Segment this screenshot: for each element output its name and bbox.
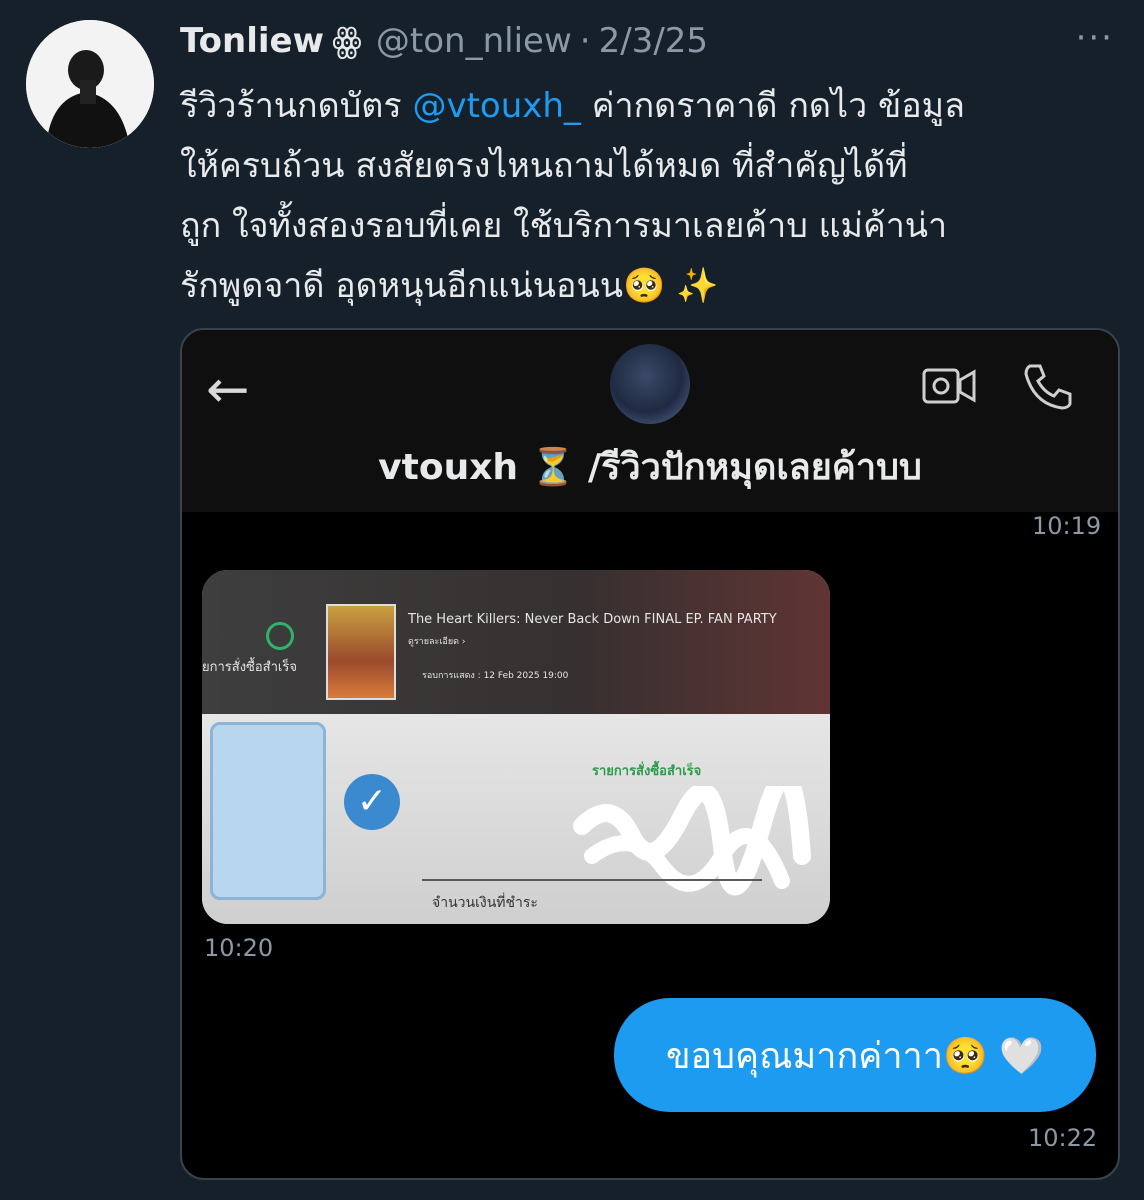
order-banner: ยการสั่งซื้อสำเร็จ The Heart Killers: Ne… <box>202 570 830 714</box>
tweet-text: รีวิวร้านกดบัตร @vtouxh_ ค่ากดราคาดี กดไ… <box>180 76 1130 316</box>
tweet-media-image[interactable]: ← vtouxh ⏳ /รีวิวปักหมุดเลยค้าบบ 10:19 ย… <box>180 328 1120 1180</box>
video-call-icon[interactable] <box>922 360 978 412</box>
author-badge: ꙮ <box>332 21 362 61</box>
message-time: 10:22 <box>1028 1124 1098 1152</box>
tweet-text-line-1: รีวิวร้านกดบัตร @vtouxh_ ค่ากดราคาดี กดไ… <box>180 76 1130 136</box>
author-avatar[interactable] <box>26 20 154 148</box>
author-handle[interactable]: @ton_nliew <box>376 21 572 61</box>
dm-header: ← vtouxh ⏳ /รีวิวปักหมุดเลยค้าบบ <box>182 330 1118 512</box>
back-arrow-icon[interactable]: ← <box>206 360 250 420</box>
dm-contact-name: vtouxh ⏳ /รีวิวปักหมุดเลยค้าบบ <box>378 447 922 488</box>
event-poster-thumbnail <box>326 604 396 700</box>
checkmark-icon: ✓ <box>344 774 400 830</box>
message-text: ขอบคุณมากค่าาา🥺 🤍 <box>665 1035 1045 1077</box>
event-title: The Heart Killers: Never Back Down FINAL… <box>408 612 777 627</box>
message-time: 10:20 <box>204 934 274 962</box>
payment-confirmation: ✓ รายการสั่งซื้อสำเร็จ จำนวนเงินที่ชำระ <box>202 714 830 924</box>
success-label: รายการสั่งซื้อสำเร็จ <box>592 764 702 779</box>
tweet-text-line-2: ให้ครบถ้วน สงสัยตรงไหนถามได้หมด ที่สำคัญ… <box>180 146 908 186</box>
amount-label: จำนวนเงินที่ชำระ <box>432 895 538 911</box>
tweet-text-line-3: ถูก ใจทั้งสองรอบที่เคย ใช้บริการมาเลยค้า… <box>180 206 948 246</box>
divider-line <box>422 879 762 881</box>
tweet-header: Tonliew ꙮ @ton_nliew · 2/3/25 ··· <box>180 18 1124 64</box>
card-illustration <box>210 722 326 900</box>
header-separator: · <box>579 21 591 61</box>
order-status-text: ยการสั่งซื้อสำเร็จ <box>202 660 297 675</box>
more-options-icon[interactable]: ··· <box>1076 18 1114 58</box>
mention-link[interactable]: @vtouxh_ <box>412 86 580 126</box>
tweet-date[interactable]: 2/3/25 <box>599 21 708 61</box>
sent-message-bubble[interactable]: ขอบคุณมากค่าาา🥺 🤍 <box>614 998 1096 1112</box>
tweet-text-segment: ค่ากดราคาดี กดไว ข้อมูล <box>580 86 965 126</box>
show-date: รอบการแสดง : 12 Feb 2025 19:00 <box>422 671 569 681</box>
shared-photo[interactable]: ยการสั่งซื้อสำเร็จ The Heart Killers: Ne… <box>202 570 830 924</box>
tweet-text-segment: รีวิวร้านกดบัตร <box>180 86 413 126</box>
tweet-text-line-4: รักพูดจาดี อุดหนุนอีกแน่นอนน🥺 ✨ <box>180 266 719 306</box>
phone-call-icon[interactable] <box>1020 360 1076 412</box>
message-time: 10:19 <box>1032 512 1102 540</box>
dm-contact-avatar[interactable] <box>610 344 690 424</box>
check-circle-icon <box>266 622 294 650</box>
detail-link: ดูรายละเอียด › <box>408 637 466 647</box>
author-name[interactable]: Tonliew <box>180 21 324 61</box>
